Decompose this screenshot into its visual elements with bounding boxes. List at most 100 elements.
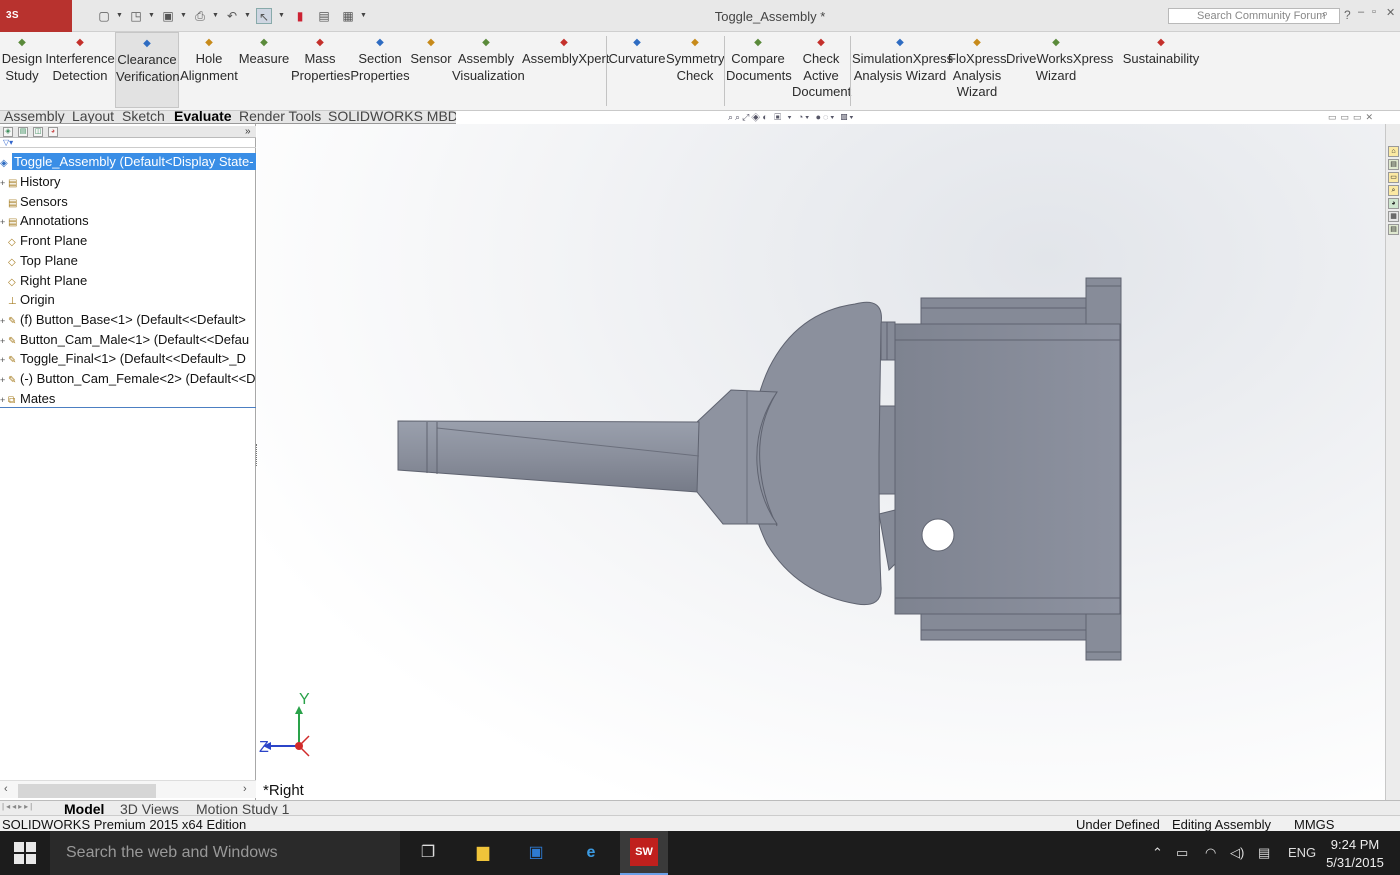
file-explorer-icon[interactable]: ▆ [469, 839, 497, 867]
minimize-icon[interactable]: – [1358, 6, 1370, 24]
scroll-right-icon[interactable]: › [243, 783, 247, 795]
tab-nav-arrows-icon[interactable]: |◂◂▸▸| [2, 802, 34, 811]
select-dropdown-icon[interactable]: ▼ [278, 9, 286, 23]
tab-render-tools[interactable]: Render Tools [239, 111, 321, 123]
show-hidden-icons-icon[interactable]: ⌃ [1152, 845, 1163, 861]
wifi-icon[interactable]: ◠ [1205, 845, 1216, 861]
feature-tree-tab-icon[interactable]: ◈ [3, 127, 13, 137]
expand-toggle-icon[interactable]: + [0, 370, 8, 389]
sustainability-button[interactable]: ◆ Sustainability [1120, 32, 1202, 108]
tab-sketch[interactable]: Sketch [122, 111, 165, 123]
taskbar-search-input[interactable]: Search the web and Windows [50, 831, 400, 875]
bottom-tab-model[interactable]: Model [64, 801, 104, 816]
solidworks-taskbar-app[interactable]: SW [620, 831, 668, 875]
viewport-controls[interactable]: ▭▭▭✕ [1328, 112, 1377, 123]
tree-item[interactable]: + ✎ Toggle_Final<1> (Default<<Default>_D [0, 349, 256, 369]
tree-item[interactable]: + ▤ History [0, 172, 256, 192]
tab-layout[interactable]: Layout [72, 111, 114, 123]
unit-system-button[interactable]: MMGS [1294, 817, 1334, 832]
bottom-tab-motion-study-1[interactable]: Motion Study 1 [196, 801, 289, 816]
design-study-button[interactable]: ◆ Design Study [0, 32, 44, 108]
tree-item[interactable]: + ✎ Button_Cam_Male<1> (Default<<Defau [0, 330, 256, 350]
battery-icon[interactable]: ▭ [1176, 845, 1188, 861]
system-clock[interactable]: 9:24 PM 5/31/2015 [1320, 836, 1390, 872]
save-dropdown-icon[interactable]: ▼ [180, 9, 188, 23]
rebuild-icon[interactable]: ▮ [292, 8, 308, 24]
undo-dropdown-icon[interactable]: ▼ [244, 9, 252, 23]
solidworks-resources-icon[interactable]: ⌂ [1388, 146, 1399, 157]
assembly-visualization-button[interactable]: ◆ Assembly Visualization [452, 32, 525, 108]
language-indicator[interactable]: ENG [1288, 845, 1316, 860]
clearance-button[interactable]: ◆ Clearance Verification [115, 32, 180, 108]
symmetry-check-button[interactable]: ◆ Symmetry Check [666, 32, 725, 108]
floxpress-button[interactable]: ◆ FloXpress Analysis Wizard [948, 32, 1007, 108]
hole-alignment-button[interactable]: ◆ Hole Alignment [180, 32, 238, 108]
scrollbar-thumb[interactable] [18, 784, 156, 798]
tree-item[interactable]: ◇ Right Plane [0, 271, 256, 291]
expand-panel-icon[interactable]: » [245, 126, 251, 137]
measure-button[interactable]: ◆ Measure [238, 32, 290, 108]
tree-item[interactable]: + ✎ (-) Button_Cam_Female<2> (Default<<D [0, 369, 256, 389]
tree-item[interactable]: + ✎ (f) Button_Base<1> (Default<<Default> [0, 310, 256, 330]
windows-start-icon[interactable] [14, 842, 36, 864]
tree-item[interactable]: + ⧉ Mates [0, 389, 256, 409]
open-dropdown-icon[interactable]: ▼ [148, 9, 156, 23]
search-community-input[interactable]: Search Community Forum [1168, 8, 1340, 24]
rollback-bar[interactable] [0, 407, 256, 408]
graphics-area[interactable]: Y Z *Right [257, 124, 1385, 800]
compare-documents-button[interactable]: ◆ Compare Documents [726, 32, 792, 108]
close-icon[interactable]: ✕ [1386, 6, 1398, 24]
task-view-icon[interactable]: ❐ [414, 839, 442, 867]
feature-tree-scrollbar[interactable]: ‹ › [0, 780, 256, 798]
tree-item[interactable]: ⊥ Origin [0, 290, 256, 310]
tab-assembly[interactable]: Assembly [4, 111, 65, 123]
filter-icon[interactable]: ▽▾ [0, 138, 256, 148]
expand-toggle-icon[interactable]: + [0, 173, 8, 192]
mass-properties-button[interactable]: ◆ Mass Properties [291, 32, 350, 108]
check-active-button[interactable]: ◆ Check Active Document [792, 32, 851, 108]
expand-toggle-icon[interactable]: + [0, 331, 8, 350]
design-library-icon[interactable]: ▤ [1388, 159, 1399, 170]
open-icon[interactable]: ◳ [128, 8, 144, 24]
tree-item[interactable]: + ▤ Annotations [0, 211, 256, 231]
appearances-icon[interactable]: ◕ [1388, 198, 1399, 209]
select-icon[interactable]: ↖ [256, 8, 272, 24]
tree-item[interactable]: ◇ Front Plane [0, 231, 256, 251]
scroll-left-icon[interactable]: ‹ [4, 783, 8, 795]
undo-icon[interactable]: ↶ [224, 8, 240, 24]
bottom-tab-3d-views[interactable]: 3D Views [120, 801, 179, 816]
search-icon[interactable]: ⌕ [1322, 8, 1336, 24]
expand-toggle-icon[interactable]: + [0, 212, 8, 231]
save-icon[interactable]: ▣ [160, 8, 176, 24]
expand-toggle-icon[interactable]: + [0, 390, 8, 409]
volume-icon[interactable]: ◁) [1230, 845, 1244, 861]
print-dropdown-icon[interactable]: ▼ [212, 9, 220, 23]
toggle-lever-part[interactable] [397, 301, 882, 606]
search-panel-icon[interactable]: ⌕ [1388, 185, 1399, 196]
forum-icon[interactable]: ▤ [1388, 224, 1399, 235]
tree-item[interactable]: ▤ Sensors [0, 192, 256, 212]
options-dropdown-icon[interactable]: ▼ [360, 9, 368, 23]
tab-evaluate[interactable]: Evaluate [174, 111, 232, 123]
restore-icon[interactable]: ▫ [1372, 6, 1384, 24]
configuration-tab-icon[interactable]: ◫ [33, 127, 43, 137]
simulationxpress-button[interactable]: ◆ SimulationXpress Analysis Wizard [852, 32, 953, 108]
tree-root-assembly[interactable]: ◈ Toggle_Assembly (Default<Display State- [0, 152, 256, 172]
assemblyxpert-button[interactable]: ◆ AssemblyXpert [522, 32, 609, 108]
notifications-icon[interactable]: ▤ [1258, 845, 1270, 861]
file-explorer-icon[interactable]: ▭ [1388, 172, 1399, 183]
display-manager-tab-icon[interactable]: ◕ [48, 127, 58, 137]
driveworksxpress-button[interactable]: ◆ DriveWorksXpress Wizard [1006, 32, 1113, 108]
new-icon[interactable]: ▢ [96, 8, 112, 24]
solidworks-logo[interactable]: 3S SOLIDWORKS [0, 0, 78, 53]
file-properties-icon[interactable]: ▤ [316, 8, 332, 24]
tab-solidworks-mbd[interactable]: SOLIDWORKS MBD [328, 111, 456, 123]
button-base-part[interactable] [894, 277, 1122, 661]
section-properties-button[interactable]: ◆ Section Properties [349, 32, 411, 108]
sensor-button[interactable]: ◆ Sensor [410, 32, 452, 108]
heads-up-view-toolbar[interactable]: ⌕⌕⤢◈◐ ▣ ▾ ◔▾ ●◌▾ ▩▾ [728, 112, 928, 124]
curvature-button[interactable]: ◆ Curvature [608, 32, 666, 108]
tree-item[interactable]: ◇ Top Plane [0, 251, 256, 271]
new-dropdown-icon[interactable]: ▼ [116, 9, 124, 23]
help-icon[interactable]: ? [1344, 8, 1351, 22]
